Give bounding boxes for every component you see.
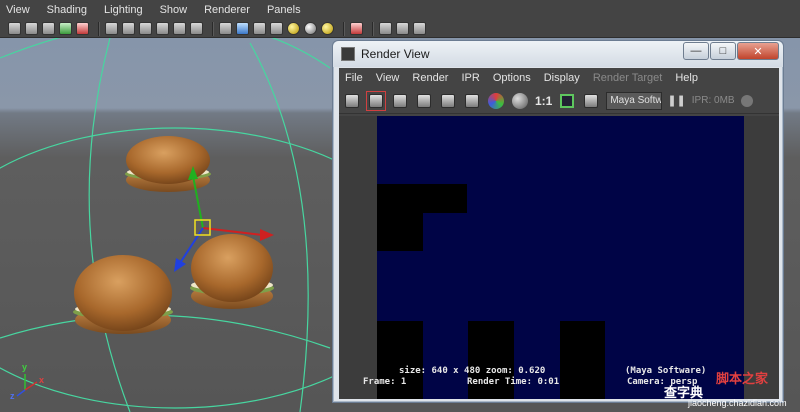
toolbar-separator [343, 21, 345, 36]
cube-outline-icon[interactable] [253, 22, 266, 35]
rv-menu-help[interactable]: Help [675, 72, 698, 84]
ipr-render-icon[interactable] [415, 92, 433, 110]
render-time-info: Render Time: 0:01 [467, 377, 560, 387]
grey-sphere-icon[interactable] [304, 22, 317, 35]
bookmark-icon[interactable] [42, 22, 55, 35]
resolution-gate-icon[interactable] [396, 22, 409, 35]
grid-icon[interactable] [76, 22, 89, 35]
close-button[interactable]: ✕ [737, 42, 779, 60]
menu-lighting[interactable]: Lighting [104, 4, 143, 16]
film-gate-icon[interactable] [379, 22, 392, 35]
renderer-info: (Maya Software) [625, 366, 707, 376]
checker-icon[interactable] [270, 22, 283, 35]
toolbar-separator [212, 21, 214, 36]
render-region-icon[interactable] [366, 90, 386, 111]
render-view-icon [341, 47, 355, 61]
menu-renderer[interactable]: Renderer [204, 4, 250, 16]
rv-menu-ipr[interactable]: IPR [461, 72, 479, 84]
camera-icon[interactable] [8, 22, 21, 35]
viewport-menu-bar: View Shading Lighting Show Renderer Pane… [0, 0, 800, 20]
burger-model[interactable] [73, 255, 173, 334]
toolbar-separator [98, 21, 100, 36]
render-view-toolbar: 1:1 Maya Software ❚❚ IPR: 0MB [339, 88, 779, 114]
rv-menu-display[interactable]: Display [544, 72, 580, 84]
rv-menu-options[interactable]: Options [493, 72, 531, 84]
axis-x-label: x [39, 375, 45, 385]
texture-icon[interactable] [156, 22, 169, 35]
rendered-frame [377, 116, 744, 399]
smooth-lighting-icon[interactable] [139, 22, 152, 35]
redo-render-icon[interactable] [343, 92, 361, 110]
rgb-channels-icon[interactable] [487, 92, 505, 110]
rv-menu-render-target: Render Target [592, 72, 663, 84]
rv-menu-render[interactable]: Render [412, 72, 448, 84]
snapshot-icon[interactable] [391, 92, 409, 110]
watermark-text: 脚本之家 [716, 372, 769, 387]
render-view-window: Render View — □ ✕ File View Render IPR O… [332, 40, 784, 403]
camera-attr-icon[interactable] [25, 22, 38, 35]
render-sequence-icon[interactable] [463, 92, 481, 110]
frame-info: Frame: 1 [363, 377, 407, 387]
refresh-ipr-icon[interactable] [439, 92, 457, 110]
wireframe-icon[interactable] [105, 22, 118, 35]
burger-model[interactable] [190, 234, 274, 309]
yellow-light-icon[interactable] [287, 22, 300, 35]
cube-icon[interactable] [219, 22, 232, 35]
window-title: Render View [361, 47, 430, 61]
menu-show[interactable]: Show [160, 4, 188, 16]
rv-menu-file[interactable]: File [345, 72, 363, 84]
light-sphere-arc [88, 38, 131, 412]
smooth-shade-icon[interactable] [122, 22, 135, 35]
keep-image-icon[interactable] [558, 92, 576, 110]
render-bucket [377, 213, 423, 251]
minimize-button[interactable]: — [683, 42, 709, 60]
window-controls: — □ ✕ [682, 42, 779, 60]
toolbar-separator [372, 21, 374, 36]
remove-image-icon[interactable] [582, 92, 600, 110]
rv-menu-view[interactable]: View [376, 72, 400, 84]
render-view-titlebar[interactable]: Render View — □ ✕ [333, 41, 783, 67]
isolate-icon[interactable] [190, 22, 203, 35]
axis-y-label: y [22, 362, 28, 372]
render-size-info: size: 640 x 480 zoom: 0.620 [399, 366, 546, 376]
gold-sphere-icon[interactable] [321, 22, 334, 35]
alpha-channel-icon[interactable] [511, 92, 529, 110]
renderer-dropdown[interactable]: Maya Software [606, 91, 663, 110]
ipr-status-light-icon [740, 94, 753, 107]
menu-shading[interactable]: Shading [47, 4, 87, 16]
render-view-body: File View Render IPR Options Display Ren… [339, 68, 779, 399]
render-bucket [377, 321, 423, 399]
select-highlight-icon[interactable] [350, 22, 363, 35]
xray-icon[interactable] [173, 22, 186, 35]
render-image-area[interactable]: size: 640 x 480 zoom: 0.620 (Maya Softwa… [339, 116, 779, 399]
menu-panels[interactable]: Panels [267, 4, 301, 16]
render-bucket [560, 321, 605, 399]
cube-blue-icon[interactable] [236, 22, 249, 35]
menu-view[interactable]: View [6, 4, 30, 16]
ipr-memory-status: IPR: 0MB [691, 95, 735, 106]
image-plane-icon[interactable] [59, 22, 72, 35]
light-sphere-arc [0, 38, 331, 69]
node-icon[interactable] [413, 22, 426, 35]
maximize-button[interactable]: □ [710, 42, 736, 60]
render-bucket [468, 321, 514, 399]
pause-ipr-icon[interactable]: ❚❚ [667, 94, 685, 107]
burger-model[interactable] [125, 136, 211, 192]
real-size-button[interactable]: 1:1 [535, 94, 552, 108]
light-sphere-arc [249, 42, 309, 412]
render-bucket [377, 184, 467, 213]
watermark-url: jiaocheng.chazidian.com [688, 398, 787, 408]
viewport-toolbar [0, 20, 800, 38]
render-view-menu-bar: File View Render IPR Options Display Ren… [339, 68, 779, 88]
axis-z-label: z [10, 391, 15, 401]
